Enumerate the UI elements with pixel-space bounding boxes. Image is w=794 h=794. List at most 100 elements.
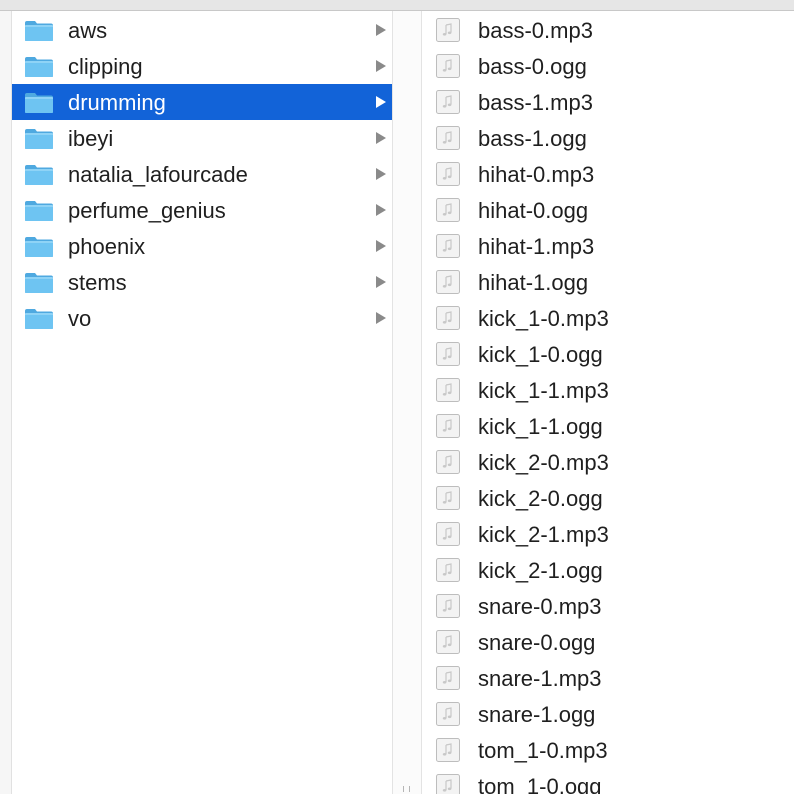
- folder-icon: [24, 200, 54, 222]
- folder-label: natalia_lafourcade: [68, 162, 248, 187]
- folder-icon: [24, 236, 54, 258]
- toolbar-edge: [0, 0, 794, 11]
- chevron-right-icon: [376, 168, 386, 180]
- folder-label: clipping: [68, 54, 143, 79]
- file-label: kick_1-0.ogg: [478, 342, 603, 367]
- folder-row-stems[interactable]: stems: [12, 264, 392, 300]
- file-label: hihat-1.mp3: [478, 234, 595, 259]
- file-label: bass-0.mp3: [478, 18, 593, 43]
- file-row[interactable]: kick_2-1.ogg: [422, 552, 794, 588]
- audio-file-icon: [435, 737, 461, 763]
- chevron-right-icon: [376, 132, 386, 144]
- folder-row-phoenix[interactable]: phoenix: [12, 228, 392, 264]
- folder-row-vo[interactable]: vo: [12, 300, 392, 336]
- file-row[interactable]: tom_1-0.mp3: [422, 732, 794, 768]
- audio-file-icon: [435, 557, 461, 583]
- folder-row-aws[interactable]: aws: [12, 12, 392, 48]
- folder-column[interactable]: aws clipping drumming ibeyi natalia_lafourca…: [12, 12, 392, 794]
- folder-icon: [24, 272, 54, 294]
- file-row[interactable]: snare-0.mp3: [422, 588, 794, 624]
- finder-column-view: aws clipping drumming ibeyi natalia_lafourca…: [0, 0, 794, 794]
- file-label: kick_2-1.ogg: [478, 558, 603, 583]
- file-row[interactable]: snare-0.ogg: [422, 624, 794, 660]
- audio-file-icon: [435, 125, 461, 151]
- audio-file-icon: [435, 665, 461, 691]
- file-row[interactable]: kick_2-0.mp3: [422, 444, 794, 480]
- file-label: hihat-1.ogg: [478, 270, 589, 295]
- file-label: kick_1-1.mp3: [478, 378, 609, 403]
- audio-file-icon: [435, 377, 461, 403]
- column-divider[interactable]: [392, 11, 422, 794]
- file-label: snare-0.ogg: [478, 630, 596, 655]
- audio-file-icon: [435, 701, 461, 727]
- chevron-right-icon: [376, 204, 386, 216]
- folder-row-natalia-lafourcade[interactable]: natalia_lafourcade: [12, 156, 392, 192]
- file-label: bass-0.ogg: [478, 54, 587, 79]
- file-label: kick_2-1.mp3: [478, 522, 609, 547]
- file-row[interactable]: bass-0.ogg: [422, 48, 794, 84]
- audio-file-icon: [435, 449, 461, 475]
- file-row[interactable]: bass-0.mp3: [422, 12, 794, 48]
- folder-label: ibeyi: [68, 126, 114, 151]
- file-row[interactable]: kick_1-0.mp3: [422, 300, 794, 336]
- folder-icon: [24, 20, 54, 42]
- file-row[interactable]: kick_1-1.mp3: [422, 372, 794, 408]
- audio-file-icon: [435, 341, 461, 367]
- file-row[interactable]: kick_1-1.ogg: [422, 408, 794, 444]
- chevron-right-icon: [376, 60, 386, 72]
- file-label: tom_1-0.ogg: [478, 774, 602, 794]
- folder-row-drumming[interactable]: drumming: [12, 84, 392, 120]
- audio-file-icon: [435, 89, 461, 115]
- chevron-right-icon: [376, 96, 386, 108]
- audio-file-icon: [435, 521, 461, 547]
- folder-label: aws: [68, 18, 108, 43]
- file-label: snare-0.mp3: [478, 594, 602, 619]
- file-row[interactable]: kick_1-0.ogg: [422, 336, 794, 372]
- file-label: bass-1.ogg: [478, 126, 587, 151]
- chevron-right-icon: [376, 276, 386, 288]
- file-label: kick_2-0.mp3: [478, 450, 609, 475]
- folder-row-clipping[interactable]: clipping: [12, 48, 392, 84]
- file-label: snare-1.ogg: [478, 702, 596, 727]
- file-label: tom_1-0.mp3: [478, 738, 608, 763]
- audio-file-icon: [435, 413, 461, 439]
- file-label: hihat-0.ogg: [478, 198, 589, 223]
- file-row[interactable]: hihat-1.ogg: [422, 264, 794, 300]
- file-row[interactable]: snare-1.ogg: [422, 696, 794, 732]
- chevron-right-icon: [376, 312, 386, 324]
- folder-row-ibeyi[interactable]: ibeyi: [12, 120, 392, 156]
- file-row[interactable]: bass-1.mp3: [422, 84, 794, 120]
- audio-file-icon: [435, 485, 461, 511]
- audio-file-icon: [435, 17, 461, 43]
- file-row[interactable]: bass-1.ogg: [422, 120, 794, 156]
- file-row[interactable]: kick_2-0.ogg: [422, 480, 794, 516]
- folder-label: drumming: [68, 90, 166, 115]
- audio-file-icon: [435, 233, 461, 259]
- folder-icon: [24, 164, 54, 186]
- file-row[interactable]: hihat-1.mp3: [422, 228, 794, 264]
- chevron-right-icon: [376, 24, 386, 36]
- file-row[interactable]: snare-1.mp3: [422, 660, 794, 696]
- folder-row-perfume-genius[interactable]: perfume_genius: [12, 192, 392, 228]
- folder-label: perfume_genius: [68, 198, 226, 223]
- file-label: hihat-0.mp3: [478, 162, 595, 187]
- file-row[interactable]: kick_2-1.mp3: [422, 516, 794, 552]
- audio-file-icon: [435, 773, 461, 794]
- chevron-right-icon: [376, 240, 386, 252]
- previous-column-edge[interactable]: [0, 11, 12, 794]
- folder-icon: [24, 92, 54, 114]
- file-row[interactable]: hihat-0.ogg: [422, 192, 794, 228]
- audio-file-icon: [435, 629, 461, 655]
- file-row[interactable]: hihat-0.mp3: [422, 156, 794, 192]
- file-label: kick_1-1.ogg: [478, 414, 603, 439]
- folder-icon: [24, 128, 54, 150]
- audio-file-icon: [435, 593, 461, 619]
- audio-file-icon: [435, 269, 461, 295]
- file-row[interactable]: tom_1-0.ogg: [422, 768, 794, 794]
- folder-icon: [24, 56, 54, 78]
- file-label: bass-1.mp3: [478, 90, 593, 115]
- file-column[interactable]: bass-0.mp3 bass-0.ogg bass-1.mp3 bass-1.ogg…: [422, 12, 794, 794]
- folder-label: stems: [68, 270, 127, 295]
- column-resize-handle[interactable]: [400, 784, 414, 794]
- file-label: snare-1.mp3: [478, 666, 602, 691]
